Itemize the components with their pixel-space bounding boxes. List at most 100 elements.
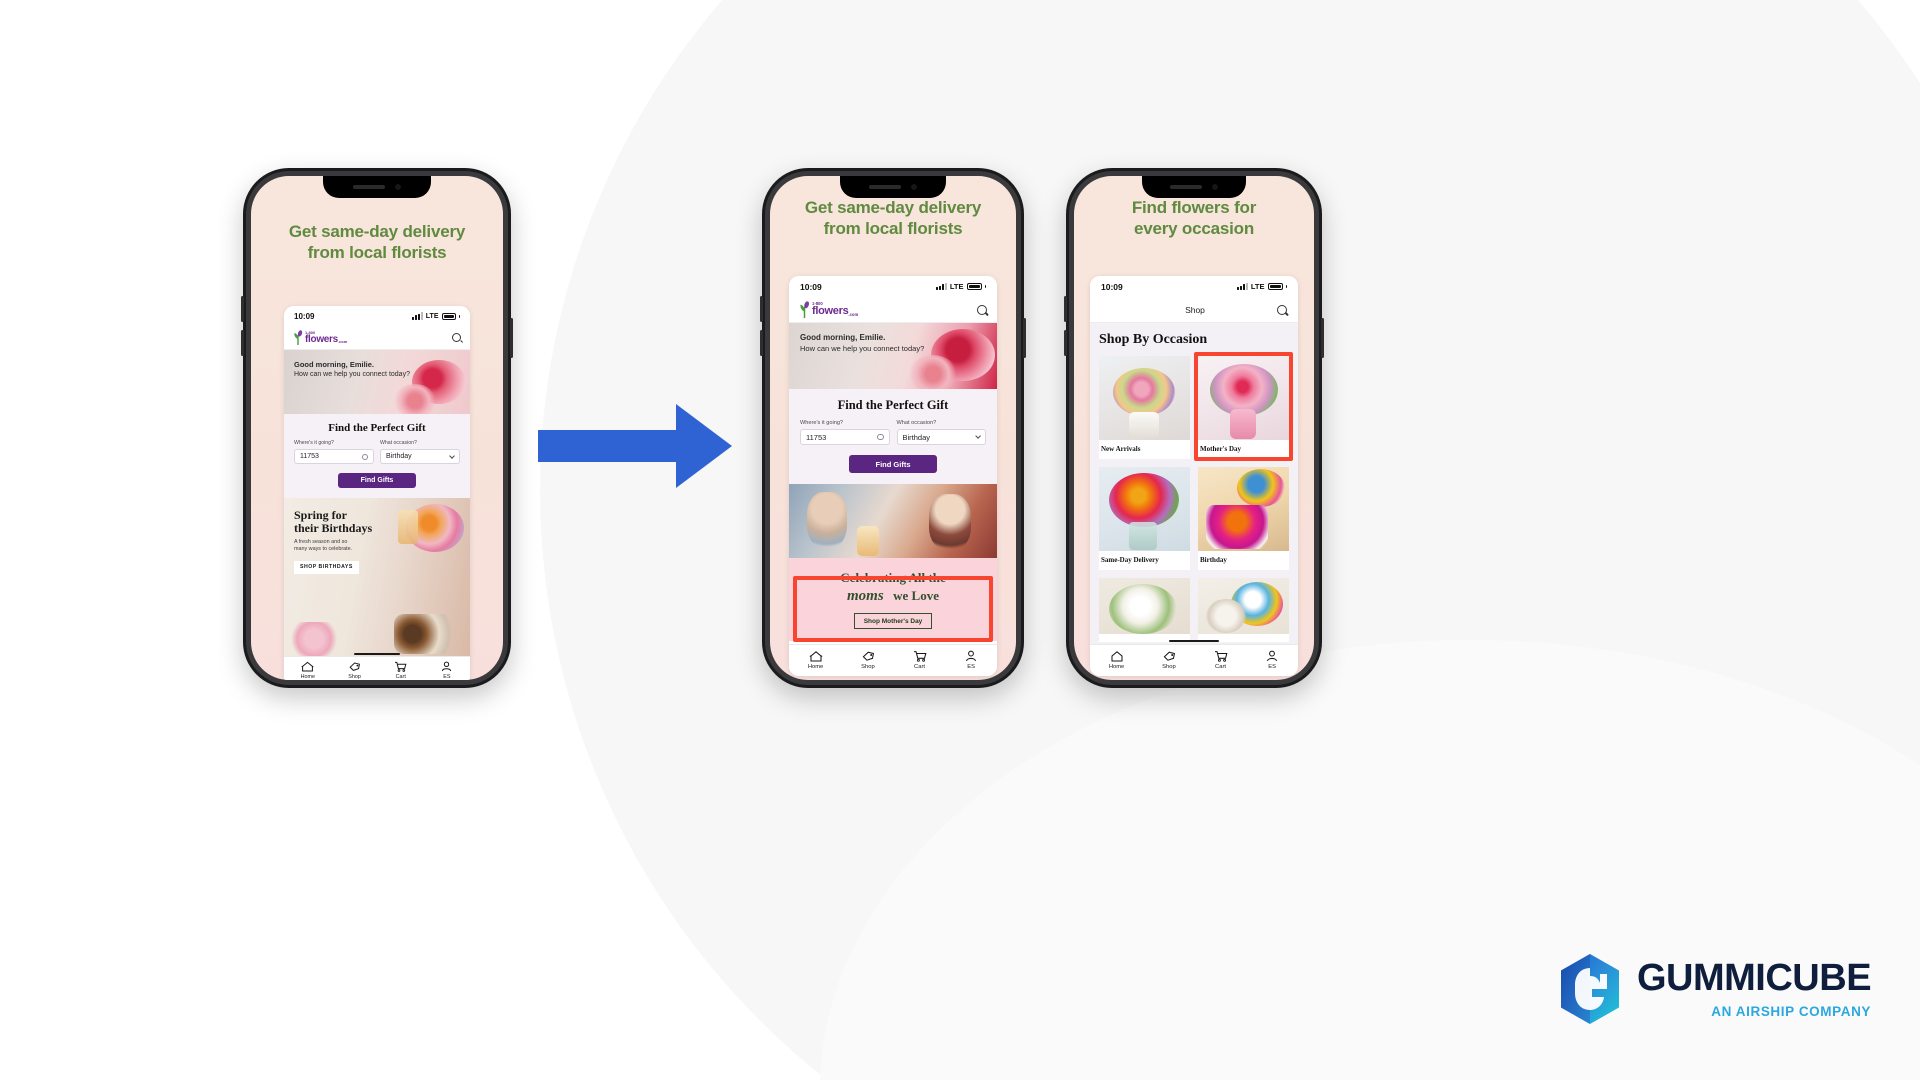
- occasion-card[interactable]: [1198, 578, 1289, 642]
- volume-button[interactable]: [760, 330, 763, 356]
- volume-button[interactable]: [1064, 330, 1067, 356]
- tab-cart[interactable]: Cart: [394, 661, 407, 680]
- app-bar: 1-800 flowers .com: [284, 326, 470, 350]
- clear-icon[interactable]: [362, 453, 368, 460]
- tab-shop[interactable]: Shop: [348, 661, 361, 680]
- battery-icon: [966, 282, 982, 291]
- occasion-image: [1099, 578, 1190, 634]
- clear-icon[interactable]: [877, 433, 884, 441]
- phone-notch: [323, 176, 431, 198]
- tab-account[interactable]: ES: [964, 650, 978, 670]
- gummicube-wordmark: GUMMICUBE AN AIRSHIP COMPANY: [1637, 959, 1872, 1019]
- tab-home[interactable]: Home: [1109, 650, 1124, 670]
- tab-shop[interactable]: Shop: [861, 650, 875, 670]
- zip-input[interactable]: 11753: [800, 429, 890, 445]
- account-icon: [440, 661, 453, 672]
- shop-birthdays-button[interactable]: SHOP BIRTHDAYS: [294, 560, 359, 574]
- brand-logo[interactable]: 1-800 flowers .com: [293, 329, 347, 346]
- volume-button[interactable]: [1064, 296, 1067, 322]
- occasion-image: [1198, 356, 1289, 440]
- zip-field-group: Where's it going? 11753: [294, 440, 374, 464]
- hero-text: Good morning, Emilie. How can we help yo…: [800, 333, 986, 353]
- tab-label: Shop: [861, 664, 875, 670]
- app-bar: 1-800 flowers .com: [789, 297, 997, 323]
- occasion-select[interactable]: Birthday: [380, 449, 460, 464]
- power-button[interactable]: [1023, 318, 1026, 358]
- moms-script-word: moms: [847, 588, 884, 604]
- hero-subtitle-line: How can we help you connect today?: [800, 344, 925, 353]
- zip-label: Where's it going?: [294, 440, 334, 446]
- promo-headline: Get same-day delivery from local florist…: [251, 222, 503, 263]
- arrow-shaft: [538, 430, 680, 462]
- occasion-card[interactable]: New Arrivals: [1099, 356, 1190, 459]
- cake-decoration: [1206, 505, 1268, 549]
- battery-tip-icon: [984, 285, 986, 288]
- zip-input[interactable]: 11753: [294, 449, 374, 464]
- signal-icon: [935, 282, 947, 291]
- zip-value: 11753: [300, 453, 319, 460]
- mothers-day-banner[interactable]: Celebrating All the moms we Love Shop Mo…: [789, 558, 997, 641]
- vase-decoration: [1129, 522, 1157, 550]
- cart-icon: [394, 661, 407, 672]
- occasion-card[interactable]: Mother's Day: [1194, 352, 1293, 461]
- tab-cart[interactable]: Cart: [1214, 650, 1228, 670]
- occasion-label: What occasion?: [896, 420, 937, 426]
- phone-before: Get same-day delivery from local florist…: [241, 168, 513, 688]
- bottom-tab-bar: Home Shop Cart ES: [789, 640, 997, 676]
- power-button[interactable]: [1321, 318, 1324, 358]
- search-icon[interactable]: [452, 333, 463, 343]
- tab-home[interactable]: Home: [808, 650, 823, 670]
- tab-home[interactable]: Home: [301, 661, 315, 680]
- tab-account[interactable]: ES: [440, 661, 453, 680]
- phone-notch: [1142, 176, 1246, 198]
- occasion-card[interactable]: Same-Day Delivery: [1099, 467, 1190, 570]
- earpiece-speaker: [353, 185, 385, 189]
- occasion-card[interactable]: Birthday: [1198, 467, 1289, 570]
- tab-shop[interactable]: Shop: [1162, 650, 1176, 670]
- network-label: LTE: [425, 312, 439, 320]
- tag-icon: [348, 661, 361, 672]
- tab-account[interactable]: ES: [1265, 650, 1279, 670]
- search-icon[interactable]: [1277, 304, 1290, 316]
- occasion-label: New Arrivals: [1101, 445, 1141, 453]
- tab-label: Home: [807, 664, 824, 670]
- band-subtitle-line-2: many ways to celebrate.: [294, 545, 353, 552]
- promo-line-1: Get same-day delivery: [288, 222, 466, 241]
- flower-sprig-icon: [799, 300, 811, 319]
- find-gifts-button[interactable]: Find Gifts: [849, 455, 937, 473]
- power-button[interactable]: [510, 318, 513, 358]
- brand-logo[interactable]: 1-800 flowers .com: [799, 300, 858, 319]
- birthday-promo-band[interactable]: Spring for their Birthdays A fresh seaso…: [284, 498, 470, 656]
- gift-finder-fields: Where's it going? 11753 What occasion? B…: [800, 420, 986, 445]
- front-camera-icon: [395, 184, 401, 190]
- screenshot-root: Get same-day delivery from local florist…: [0, 0, 1920, 1080]
- volume-button[interactable]: [760, 296, 763, 322]
- occasion-card[interactable]: [1099, 578, 1190, 642]
- occasion-select[interactable]: Birthday: [896, 429, 986, 445]
- bottom-tab-bar: Home Shop Cart ES: [284, 653, 470, 680]
- volume-button[interactable]: [241, 296, 244, 322]
- tab-cart[interactable]: Cart: [913, 650, 927, 670]
- search-icon[interactable]: [977, 304, 990, 316]
- status-indicators: LTE: [935, 282, 986, 291]
- gummicube-logo: GUMMICUBE AN AIRSHIP COMPANY: [1557, 952, 1872, 1026]
- tab-label: ES: [1268, 664, 1277, 670]
- shop-mothers-day-button[interactable]: Shop Mother's Day: [853, 613, 933, 629]
- find-gifts-button[interactable]: Find Gifts: [338, 473, 416, 488]
- promo-headline: Find flowers for every occasion: [1074, 198, 1314, 239]
- glassware-decoration: [857, 526, 879, 556]
- phone-screen: Get same-day delivery from local florist…: [770, 176, 1016, 680]
- occasion-image: [1099, 467, 1190, 551]
- hero-greeting-line: Good morning, Emilie.: [294, 360, 375, 369]
- gift-finder-fields: Where's it going? 11753 What occasion? B…: [294, 440, 460, 464]
- flower-sprig-icon: [293, 329, 304, 346]
- volume-button[interactable]: [241, 330, 244, 356]
- cart-icon: [1214, 650, 1228, 662]
- tab-label: Home: [1108, 664, 1125, 670]
- tab-label: Shop: [1162, 664, 1176, 670]
- tab-label: Cart: [395, 674, 406, 680]
- phone-screen: Find flowers for every occasion 10:09 LT…: [1074, 176, 1314, 680]
- bouquet-decoration: [1113, 368, 1175, 416]
- tab-label: Cart: [914, 664, 925, 670]
- promo-line-2: from local florists: [307, 242, 447, 262]
